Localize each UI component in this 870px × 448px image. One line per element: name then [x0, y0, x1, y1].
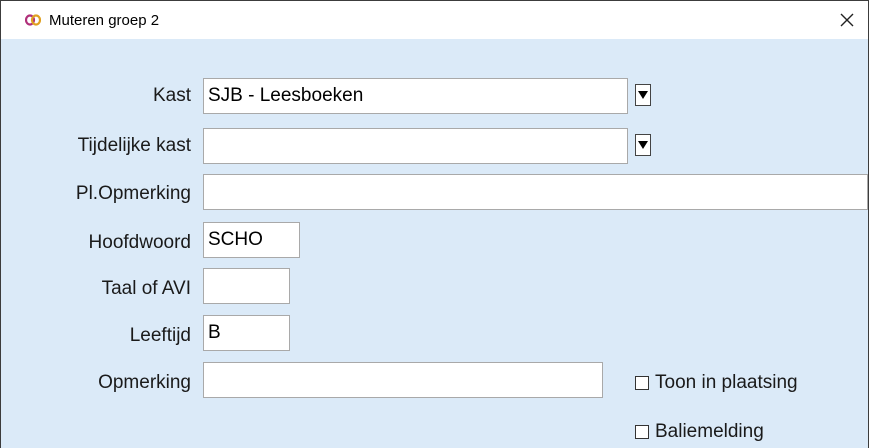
- label-tijdelijke-kast: Tijdelijke kast: [77, 135, 191, 156]
- checkbox-box[interactable]: [635, 425, 649, 439]
- toon-in-plaatsing-checkbox[interactable]: Toon in plaatsing: [635, 372, 798, 394]
- label-hoofdwoord: Hoofdwoord: [88, 232, 191, 253]
- label-pl-opmerking: Pl.Opmerking: [75, 183, 191, 204]
- dropdown-arrow-icon: [638, 141, 648, 149]
- title-bar: Muteren groep 2: [1, 1, 868, 39]
- dropdown-arrow-icon: [638, 91, 648, 99]
- close-button[interactable]: [832, 5, 862, 35]
- tijdelijke-kast-select[interactable]: [203, 128, 628, 164]
- pl-opmerking-input[interactable]: [203, 174, 868, 210]
- form-area: Kast SJB - Leesboeken Tijdelijke kast Pl…: [1, 39, 868, 448]
- hoofdwoord-input[interactable]: SCHO: [203, 222, 300, 258]
- label-leeftijd: Leeftijd: [129, 325, 191, 346]
- kast-dropdown-button[interactable]: [635, 84, 651, 106]
- opmerking-input[interactable]: [203, 362, 603, 398]
- label-opmerking: Opmerking: [98, 372, 191, 393]
- window-title: Muteren groep 2: [49, 12, 160, 29]
- kast-select[interactable]: SJB - Leesboeken: [203, 78, 628, 114]
- taal-of-avi-input[interactable]: [203, 268, 290, 304]
- checkbox-box[interactable]: [635, 376, 649, 390]
- leeftijd-input[interactable]: B: [203, 315, 290, 351]
- dialog-window: Muteren groep 2 Kast SJB - Leesboeken Ti…: [0, 0, 869, 448]
- close-icon: [840, 13, 854, 27]
- baliemelding-label: Baliemelding: [655, 421, 764, 442]
- label-kast: Kast: [152, 85, 191, 106]
- baliemelding-checkbox[interactable]: Baliemelding: [635, 421, 764, 443]
- app-logo-icon: [25, 14, 41, 26]
- toon-in-plaatsing-label: Toon in plaatsing: [655, 372, 798, 393]
- tijdelijke-kast-dropdown-button[interactable]: [635, 134, 651, 156]
- label-taal-of-avi: Taal of AVI: [101, 278, 191, 299]
